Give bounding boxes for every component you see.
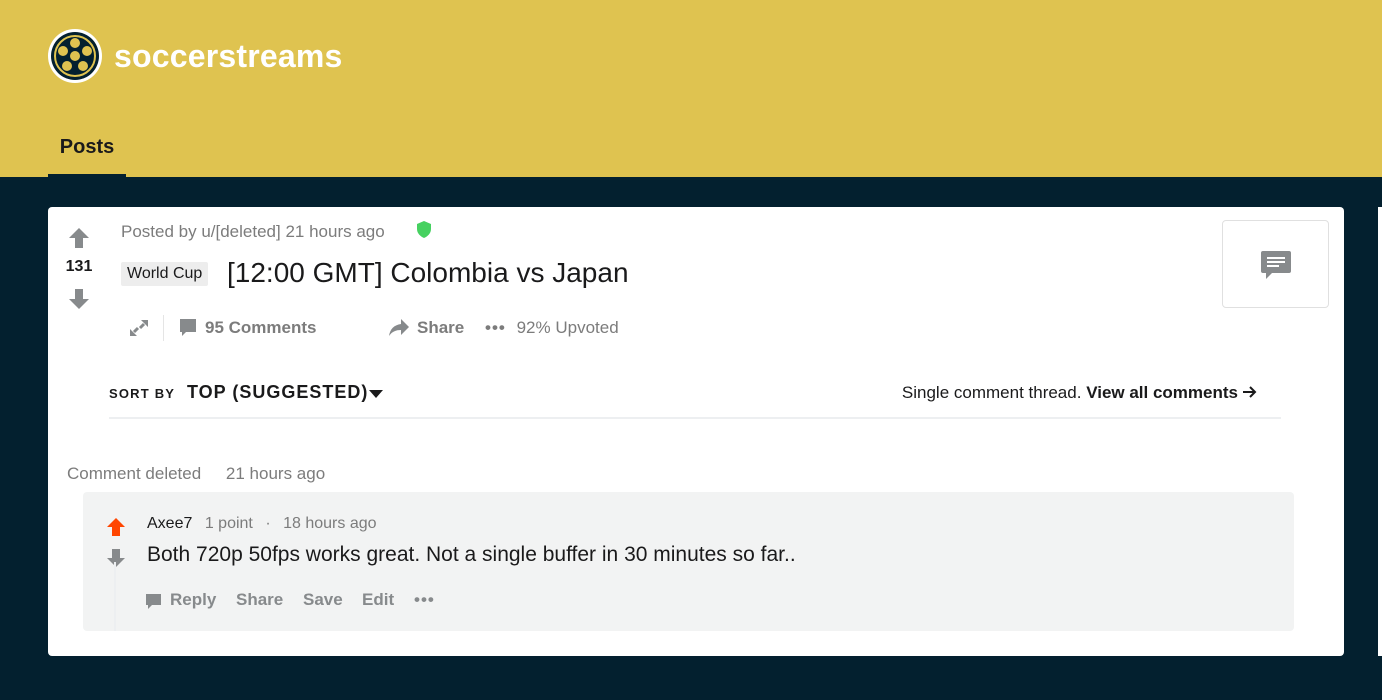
single-thread-note: Single comment thread. View all comments — [902, 383, 1258, 403]
thread-line[interactable] — [114, 562, 116, 631]
comment-header: Axee7 1 point · 18 hours ago — [147, 515, 377, 533]
thread-note-text: Single comment thread. — [901, 383, 1082, 402]
comment-more-icon[interactable]: ••• — [414, 588, 435, 612]
subreddit-name[interactable]: soccerstreams — [114, 38, 343, 75]
more-options-icon[interactable]: ••• — [485, 318, 506, 337]
comment-time[interactable]: 18 hours ago — [283, 515, 376, 532]
post-score: 131 — [65, 258, 93, 275]
view-all-label: View all comments — [1086, 383, 1238, 402]
comment-separator: · — [265, 515, 271, 532]
action-divider — [163, 315, 164, 341]
deleted-comment: Comment deleted 21 hours ago — [67, 464, 325, 484]
comment-points: 1 point — [204, 515, 253, 532]
post-thumbnail[interactable] — [1222, 220, 1329, 308]
expand-icon[interactable] — [128, 318, 150, 338]
post-card: 131 Posted by u/[deleted] 21 hours ago W… — [48, 207, 1344, 656]
sort-divider — [109, 417, 1281, 419]
share-arrow-icon — [389, 319, 409, 336]
adjacent-panel-edge — [1378, 207, 1382, 656]
comment-save-button[interactable]: Save — [303, 588, 343, 612]
comments-button[interactable]: 95 Comments — [178, 315, 316, 341]
upvote-arrow-icon[interactable] — [68, 227, 90, 249]
comment-edit-button[interactable]: Edit — [362, 588, 394, 612]
arrow-right-icon — [1243, 386, 1257, 398]
share-label: Share — [417, 318, 465, 337]
post-flair[interactable]: World Cup — [121, 262, 209, 286]
reply-label: Reply — [170, 590, 217, 609]
text-post-icon — [1261, 251, 1291, 279]
downvote-arrow-icon[interactable] — [106, 548, 126, 568]
highlighted-comment: Axee7 1 point · 18 hours ago Both 720p 5… — [83, 492, 1294, 631]
mod-shield-icon — [417, 221, 431, 238]
downvote-arrow-icon[interactable] — [68, 288, 90, 310]
soccer-ball-icon[interactable] — [48, 29, 102, 83]
view-all-comments-link[interactable]: View all comments — [1086, 383, 1258, 402]
tab-posts[interactable]: Posts — [48, 124, 126, 177]
comment-bubble-icon — [146, 594, 161, 609]
sort-by-label: SORT BY — [109, 386, 176, 401]
sort-dropdown[interactable]: TOP (SUGGESTED) — [187, 382, 368, 403]
post-meta: Posted by u/[deleted] 21 hours ago — [121, 222, 385, 241]
upvote-active-icon[interactable] — [106, 517, 126, 537]
upvoted-label: 92% Upvoted — [516, 318, 619, 337]
deleted-label: Comment deleted — [67, 464, 202, 483]
subreddit-banner: soccerstreams Posts — [0, 0, 1382, 177]
comments-label: 95 Comments — [205, 318, 317, 337]
comment-share-button[interactable]: Share — [236, 588, 283, 612]
chevron-down-icon[interactable] — [369, 390, 383, 399]
comment-body: Both 720p 50fps works great. Not a singl… — [147, 543, 796, 566]
share-button[interactable]: Share — [388, 315, 464, 341]
reply-button[interactable]: Reply — [145, 588, 216, 612]
post-title[interactable]: [12:00 GMT] Colombia vs Japan — [227, 257, 629, 289]
upvoted-ratio[interactable]: ••• 92% Upvoted — [485, 315, 619, 341]
comment-author[interactable]: Axee7 — [147, 515, 192, 532]
comment-bubble-icon — [180, 319, 196, 336]
deleted-time[interactable]: 21 hours ago — [226, 464, 325, 483]
